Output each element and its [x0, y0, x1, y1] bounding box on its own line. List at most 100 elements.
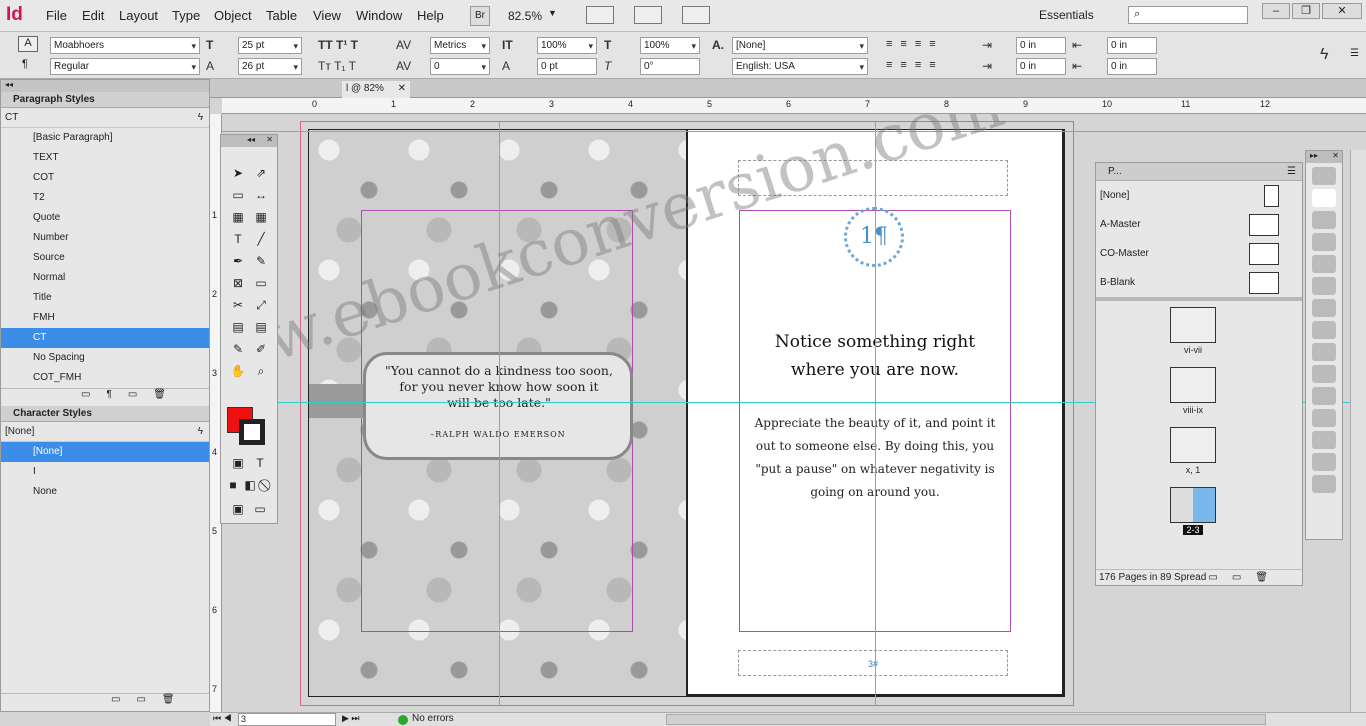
effects-icon[interactable] [1312, 321, 1336, 339]
right-indent-field[interactable]: 0 in [1107, 37, 1157, 54]
restore-button[interactable]: ❐ [1292, 3, 1320, 19]
layers-icon[interactable] [1312, 189, 1336, 207]
quote-author[interactable]: –RALPH WALDO EMERSON [366, 430, 630, 439]
close-panel-icon[interactable]: ✕ [266, 135, 273, 144]
rectangle-frame-tool-icon[interactable]: ⊠ [229, 275, 247, 291]
font-size-field[interactable]: 25 pt [238, 37, 302, 54]
character-style-item[interactable]: [None] [1, 442, 209, 462]
pathfinder-icon[interactable] [1312, 475, 1336, 493]
search-field[interactable]: ⌕ [1128, 6, 1248, 24]
normal-view-icon[interactable]: ▣ [229, 501, 247, 517]
content-collector-icon[interactable]: ▦ [229, 209, 247, 225]
zoom-level[interactable]: 82.5% [508, 9, 542, 23]
first-page-icon[interactable]: ⏮ ◀ [213, 713, 232, 724]
menu-object[interactable]: Object [214, 8, 252, 23]
master-page-item[interactable]: CO-Master [1096, 239, 1302, 268]
pencil-tool-icon[interactable]: ✎ [252, 253, 270, 269]
menu-table[interactable]: Table [266, 8, 297, 23]
pages-footer-buttons[interactable]: ▭▭🗑 [1208, 570, 1282, 586]
paragraph-style-item[interactable]: Number [1, 228, 209, 248]
view-options-icon[interactable] [634, 6, 662, 24]
kerning-field[interactable]: Metrics [430, 37, 490, 54]
swatches-icon[interactable] [1312, 277, 1336, 295]
pen-tool-icon[interactable]: ✒ [229, 253, 247, 269]
quick-apply-icon[interactable]: ϟ [1320, 46, 1328, 64]
control-panel-menu-icon[interactable]: ☰ [1350, 48, 1359, 59]
paragraph-style-item[interactable]: COT_FMH [1, 368, 209, 388]
quick-apply-icon[interactable]: ϟ [198, 108, 203, 128]
close-panel-icon[interactable]: ✕ [1332, 151, 1339, 160]
tools-panel-header[interactable]: ◂◂ ✕ [221, 135, 277, 147]
chapter-number-badge[interactable]: 1¶ [844, 207, 904, 267]
menu-help[interactable]: Help [417, 8, 444, 23]
next-page-icon[interactable]: ▶ ⏭ [342, 713, 360, 724]
spread-thumbnail[interactable] [1170, 487, 1216, 523]
vertical-scale-field[interactable]: 100% [537, 37, 597, 54]
close-tab-icon[interactable]: ✕ [398, 81, 406, 96]
align-buttons-row-1[interactable]: ≡≡≡≡ [886, 38, 968, 52]
vertical-scrollbar[interactable] [1350, 150, 1366, 712]
page-tool-icon[interactable]: ▭ [229, 187, 247, 203]
gap-tool-icon[interactable]: ↔ [252, 187, 270, 203]
paragraph-formatting-icon[interactable]: ¶ [22, 58, 28, 70]
pages-icon[interactable] [1312, 167, 1336, 185]
apply-color-icon[interactable]: ■ [224, 477, 242, 493]
minimize-button[interactable]: – [1262, 3, 1290, 19]
spread-thumbnail[interactable] [1170, 427, 1216, 463]
dock-collapse-icon[interactable]: ◂◂ [1, 80, 209, 92]
character-styles-icon[interactable] [1312, 409, 1336, 427]
all-caps-icon[interactable]: TT T¹ T [318, 38, 358, 52]
zoom-tool-icon[interactable]: ⌕ [252, 363, 270, 379]
character-style-field[interactable]: [None] [732, 37, 868, 54]
menu-view[interactable]: View [313, 8, 341, 23]
character-style-item[interactable]: I [1, 462, 209, 482]
character-styles-header[interactable]: Character Styles [1, 406, 209, 422]
links-icon[interactable] [1312, 211, 1336, 229]
object-styles-icon[interactable] [1312, 431, 1336, 449]
apply-none-icon[interactable]: ⃠ [258, 477, 276, 493]
page-number-field[interactable]: 3 [238, 713, 336, 726]
font-family-field[interactable]: Moabhoers [50, 37, 200, 54]
paragraph-style-item[interactable]: [Basic Paragraph] [1, 128, 209, 148]
apply-gradient-icon[interactable]: ◧ [241, 477, 259, 493]
align-icon[interactable] [1312, 365, 1336, 383]
document-tab[interactable]: l @ 82% ✕ [342, 81, 410, 98]
master-page-item[interactable]: B-Blank [1096, 268, 1302, 297]
language-field[interactable]: English: USA [732, 58, 868, 75]
dock-header[interactable]: ▸▸ ✕ [1306, 151, 1342, 163]
text-wrap-icon[interactable] [1312, 343, 1336, 361]
paragraph-style-item[interactable]: Normal [1, 268, 209, 288]
font-style-field[interactable]: Regular [50, 58, 200, 75]
character-formatting-icon[interactable]: A [18, 36, 38, 52]
tracking-field[interactable]: 0 [430, 58, 490, 75]
arrange-documents-icon[interactable] [682, 6, 710, 24]
baseline-shift-field[interactable]: 0 pt [537, 58, 597, 75]
paragraph-styles-footer-buttons[interactable]: ▭¶▭🗑 [1, 388, 209, 406]
pages-panel-header[interactable]: P... ☰ [1096, 163, 1302, 181]
small-caps-icon[interactable]: Tт T₁ T [318, 59, 356, 73]
left-indent-field[interactable]: 0 in [1016, 37, 1066, 54]
menu-type[interactable]: Type [172, 8, 200, 23]
menu-edit[interactable]: Edit [82, 8, 104, 23]
eyedropper-tool-icon[interactable]: ✐ [252, 341, 270, 357]
stroke-swatch[interactable] [239, 419, 265, 445]
content-placer-icon[interactable]: ▦ [252, 209, 270, 225]
scissors-tool-icon[interactable]: ✂ [229, 297, 247, 313]
color-theme-icon[interactable] [1312, 453, 1336, 471]
stroke-icon[interactable] [1312, 233, 1336, 251]
line-tool-icon[interactable]: ╱ [252, 231, 270, 247]
align-buttons-row-2[interactable]: ≡≡≡≡ [886, 59, 968, 73]
vertical-guide[interactable] [499, 122, 500, 706]
space-after-field[interactable]: 0 in [1107, 58, 1157, 75]
character-styles-footer-buttons[interactable]: ▭▭🗑 [1, 693, 209, 711]
master-page-item[interactable]: [None] [1096, 181, 1302, 210]
paragraph-style-item[interactable]: No Spacing [1, 348, 209, 368]
spread-thumbnail[interactable] [1170, 307, 1216, 343]
screen-mode-icon[interactable] [586, 6, 614, 24]
format-container-icon[interactable]: ▣ [229, 455, 247, 471]
preflight-status[interactable]: No errors [412, 713, 454, 724]
paragraph-style-item[interactable]: TEXT [1, 148, 209, 168]
format-text-icon[interactable]: T [251, 455, 269, 471]
paragraph-style-item[interactable]: Source [1, 248, 209, 268]
panel-menu-icon[interactable]: ☰ [1287, 163, 1296, 181]
